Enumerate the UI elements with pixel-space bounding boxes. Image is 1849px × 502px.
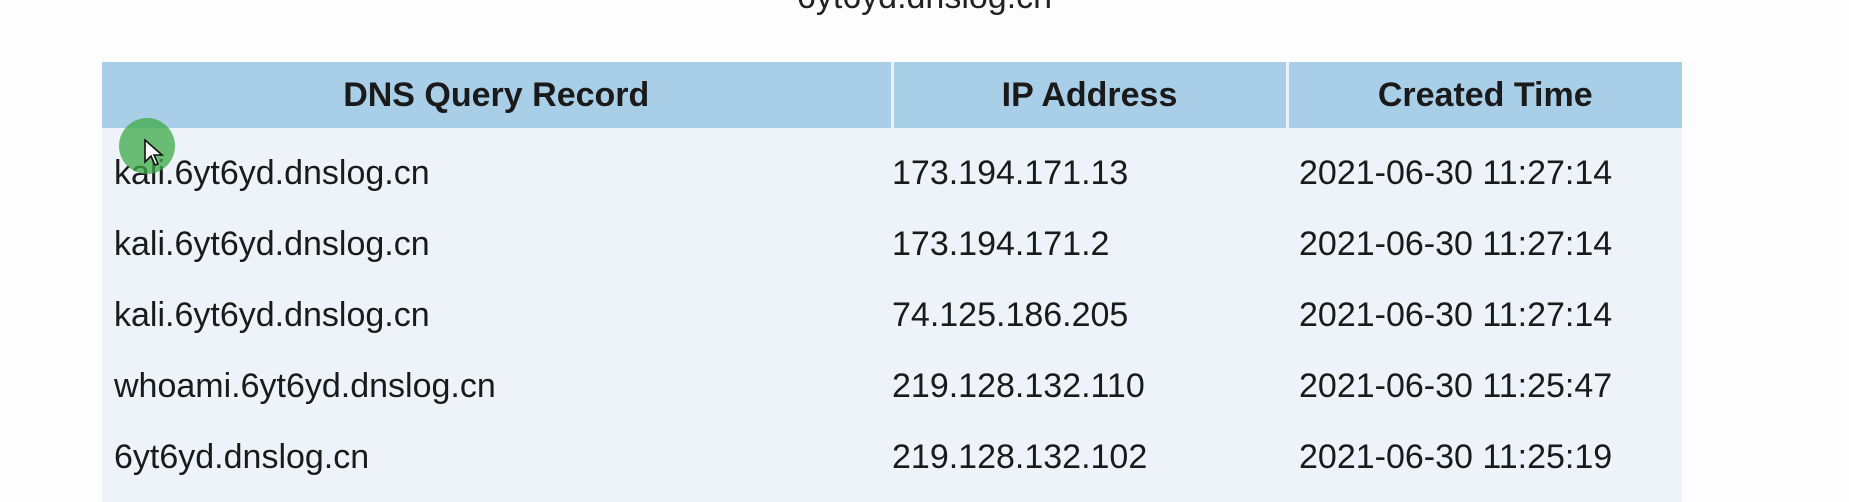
column-header-ip-address[interactable]: IP Address xyxy=(892,62,1289,128)
table-row: whoami.6yt6yd.dnslog.cn 219.128.132.110 … xyxy=(102,351,1682,422)
column-header-dns-query-record[interactable]: DNS Query Record xyxy=(102,62,894,128)
table-continuation xyxy=(102,482,1682,502)
page-caption: 6yt6yd.dnslog.cn xyxy=(0,0,1849,17)
table-row: kali.6yt6yd.dnslog.cn 74.125.186.205 202… xyxy=(102,280,1682,351)
dns-query-cell: kali.6yt6yd.dnslog.cn xyxy=(102,128,892,209)
created-time-cell: 2021-06-30 11:27:14 xyxy=(1287,209,1682,280)
column-header-created-time[interactable]: Created Time xyxy=(1287,62,1682,128)
created-time-cell: 2021-06-30 11:27:14 xyxy=(1287,280,1682,351)
dns-query-cell: kali.6yt6yd.dnslog.cn xyxy=(102,209,892,280)
dns-query-cell: kali.6yt6yd.dnslog.cn xyxy=(102,280,892,351)
created-time-cell: 2021-06-30 11:25:47 xyxy=(1287,351,1682,422)
table-header-row: DNS Query Record IP Address Created Time xyxy=(102,62,1682,128)
ip-address-cell: 74.125.186.205 xyxy=(892,280,1287,351)
ip-address-cell: 173.194.171.2 xyxy=(892,209,1287,280)
table-row: kali.6yt6yd.dnslog.cn 173.194.171.2 2021… xyxy=(102,209,1682,280)
created-time-cell: 2021-06-30 11:27:14 xyxy=(1287,128,1682,209)
ip-address-cell: 219.128.132.110 xyxy=(892,351,1287,422)
mouse-pointer-icon xyxy=(144,138,165,166)
table-row: kali.6yt6yd.dnslog.cn 173.194.171.13 202… xyxy=(102,128,1682,209)
ip-address-cell: 173.194.171.13 xyxy=(892,128,1287,209)
dns-query-cell: whoami.6yt6yd.dnslog.cn xyxy=(102,351,892,422)
dns-record-table: DNS Query Record IP Address Created Time… xyxy=(102,62,1682,493)
